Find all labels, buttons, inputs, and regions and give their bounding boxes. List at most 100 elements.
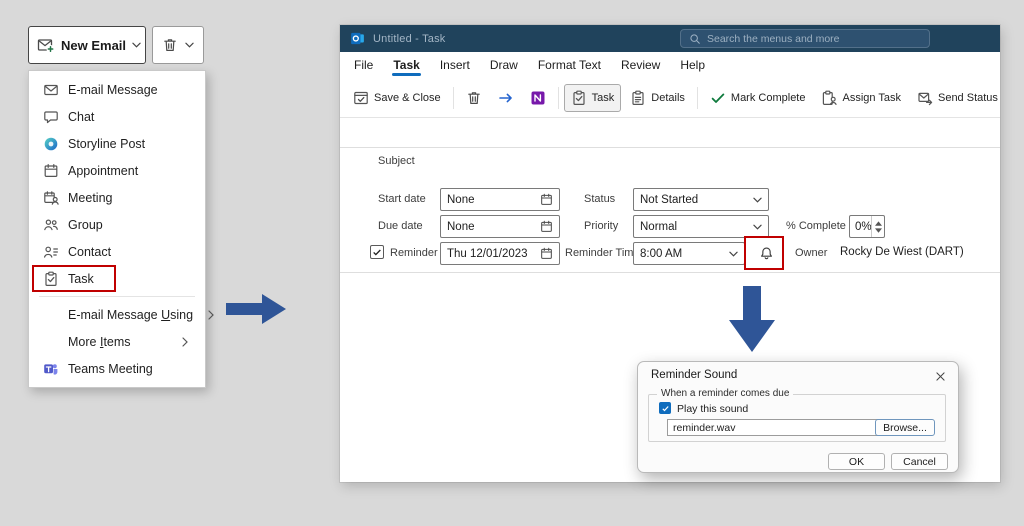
assign-task-icon [821,90,837,106]
menu-tab-draw[interactable]: Draw [480,52,528,78]
menu-item-label: Chat [68,110,94,124]
reminder-checkbox[interactable] [370,245,384,259]
reminder-time-select[interactable]: 8:00 AM [633,242,745,265]
search-icon [689,33,701,45]
menu-item-group[interactable]: Group [29,211,205,238]
menu-item-chat[interactable]: Chat [29,103,205,130]
spin-down-icon[interactable] [875,228,882,233]
priority-value: Normal [640,221,677,233]
mark-complete-button[interactable]: Mark Complete [703,84,813,112]
search-placeholder: Search the menus and more [707,33,840,45]
toolbar-button-label: Send Status Report [938,92,1000,104]
save-close-icon [353,90,369,106]
screenshot-canvas: New Email E-mail Message Chat Storyline Po… [0,0,1024,526]
task-clipboard-icon [571,90,587,106]
menu-item-label: Task [68,272,94,286]
dialog-title: Reminder Sound [651,369,737,381]
browse-button-label: Browse... [883,422,927,434]
ribbon-toolbar: Save & Close TaskDetails Mark Complete Assi… [340,78,1000,118]
menu-tab-file[interactable]: File [344,52,383,78]
chevron-down-icon[interactable] [132,42,141,48]
menu-item-label: More Items [68,335,131,349]
reminder-date-value: Thu 12/01/2023 [447,248,528,260]
onenote-icon [530,90,546,106]
menu-tab-insert[interactable]: Insert [430,52,480,78]
subject-label: Subject [378,155,415,167]
menu-item-task[interactable]: Task [29,265,205,292]
send-status-report-button[interactable]: Send Status Report [910,84,1000,112]
menu-tab-help[interactable]: Help [670,52,715,78]
reminder-group-box: When a reminder comes due Play this soun… [648,394,946,442]
menu-item-meeting[interactable]: Meeting [29,184,205,211]
menu-item-contact[interactable]: Contact [29,238,205,265]
play-sound-label: Play this sound [677,403,748,415]
ok-button[interactable]: OK [828,453,885,470]
menu-tab-label: Review [621,58,660,72]
menu-tab-format-text[interactable]: Format Text [528,52,611,78]
menu-item-label: Teams Meeting [68,362,153,376]
play-sound-checkbox[interactable] [659,402,671,414]
trash-icon [162,37,178,53]
sound-file-input[interactable]: reminder.wav [667,419,879,436]
due-date-input[interactable]: None [440,215,560,238]
forward-button[interactable] [491,84,521,112]
chevron-down-icon[interactable] [185,42,194,48]
menu-tab-review[interactable]: Review [611,52,670,78]
menu-item-label: Meeting [68,191,112,205]
spinner-buttons[interactable] [871,216,884,237]
assign-task-button[interactable]: Assign Task [814,84,908,112]
status-value: Not Started [640,194,698,206]
owner-label: Owner [795,247,827,259]
task-clipboard-icon [42,271,59,287]
menu-item-storyline-post[interactable]: Storyline Post [29,130,205,157]
reminder-sound-button[interactable] [753,242,779,265]
delete-button[interactable] [152,26,204,64]
owner-value: Rocky De Wiest (DART) [840,246,964,258]
new-email-button[interactable]: New Email [28,26,146,64]
calendar-icon[interactable] [540,220,553,233]
due-date-label: Due date [378,220,423,232]
menu-item-e-mail-message-using[interactable]: E-mail Message Using [29,301,205,328]
toolbar-button-label: Mark Complete [731,92,806,104]
cancel-button[interactable]: Cancel [891,453,948,470]
priority-select[interactable]: Normal [633,215,769,238]
task-view-button[interactable]: Task [564,84,622,112]
meeting-icon [42,190,59,206]
group-icon [42,217,59,233]
flow-arrow-right [226,294,286,324]
reminder-time-label: Reminder Time [565,247,640,259]
bell-icon [759,246,774,261]
group-label: When a reminder comes due [657,388,793,399]
menu-tab-label: Insert [440,58,470,72]
menu-item-e-mail-message[interactable]: E-mail Message [29,76,205,103]
percent-complete-value: 0% [850,221,871,233]
menu-item-label: Storyline Post [68,137,145,151]
menu-item-appointment[interactable]: Appointment [29,157,205,184]
menu-separator [39,296,195,297]
submenu-arrow-icon [202,310,219,320]
menu-item-more-items[interactable]: More Items [29,328,205,355]
browse-button[interactable]: Browse... [875,419,935,436]
details-view-button[interactable]: Details [623,84,692,112]
spin-up-icon[interactable] [875,221,882,226]
start-date-input[interactable]: None [440,188,560,211]
reminder-date-input[interactable]: Thu 12/01/2023 [440,242,560,265]
start-date-value: None [447,194,475,206]
percent-complete-spinner[interactable]: 0% [849,215,885,238]
menu-tab-task[interactable]: Task [383,52,429,78]
chevron-down-icon [753,224,762,230]
status-select[interactable]: Not Started [633,188,769,211]
save-close-button[interactable]: Save & Close [346,84,448,112]
chat-icon [42,109,59,125]
close-icon[interactable] [933,369,947,383]
menu-item-teams-meeting[interactable]: Teams Meeting [29,355,205,382]
delete-item-button[interactable] [459,84,489,112]
menu-tab-label: File [354,58,373,72]
menu-item-label: Group [68,218,103,232]
calendar-icon[interactable] [540,247,553,260]
start-date-label: Start date [378,193,426,205]
chevron-down-icon [753,197,762,203]
onenote-button[interactable] [523,84,553,112]
calendar-icon[interactable] [540,193,553,206]
search-box[interactable]: Search the menus and more [680,29,930,48]
